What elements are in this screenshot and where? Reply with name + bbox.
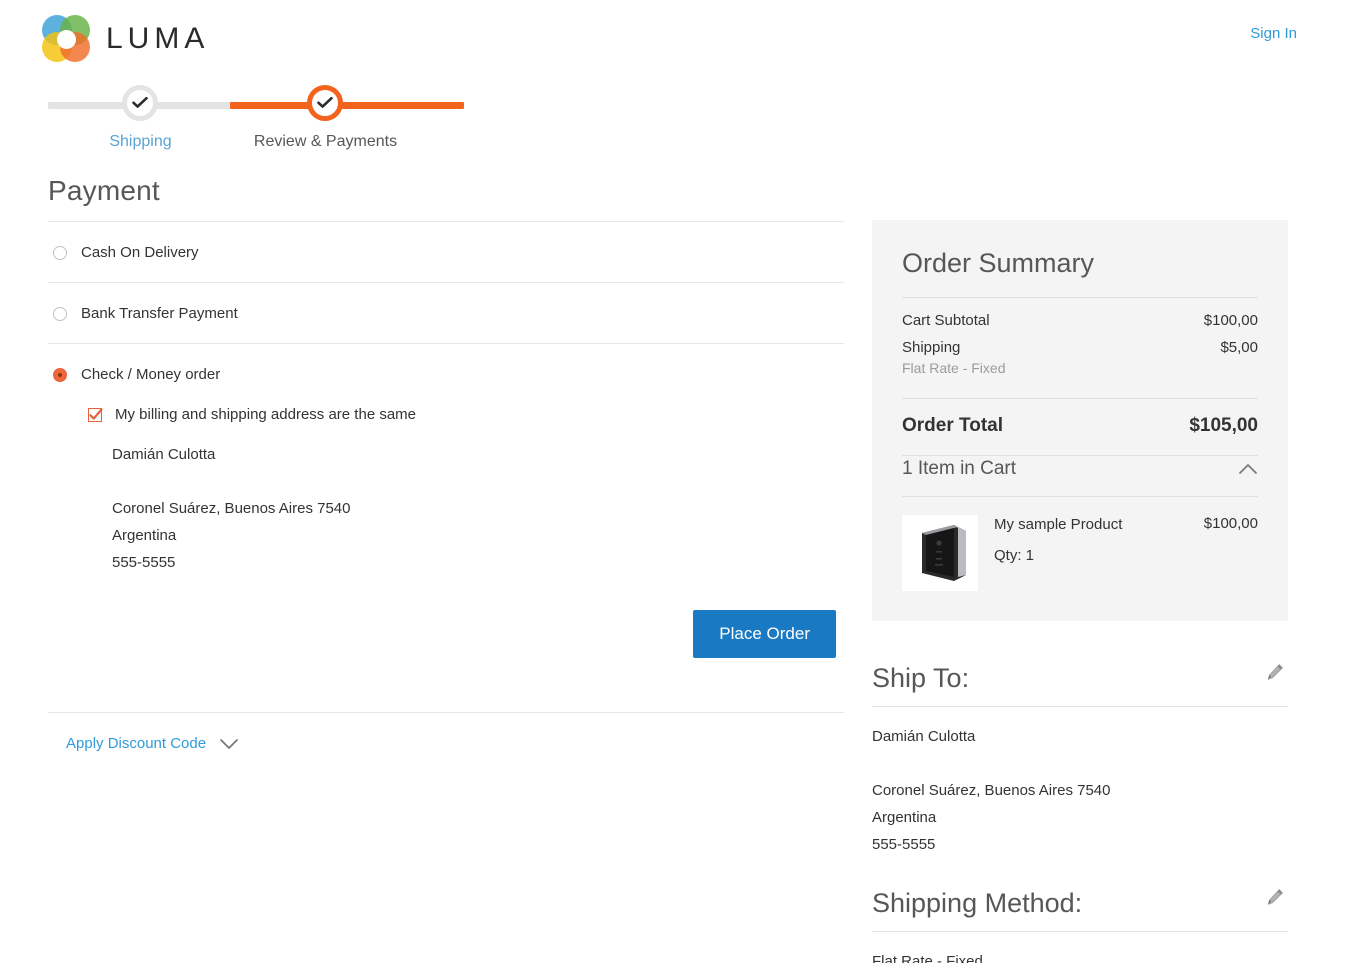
progress-track-active <box>230 102 464 109</box>
sidebar-column: Order Summary Cart Subtotal $100,00 Ship… <box>872 220 1288 963</box>
payment-column: Payment Cash On Delivery Bank Transfer P… <box>48 175 844 753</box>
billing-address-text: Damián Culotta Coronel Suárez, Buenos Ai… <box>112 441 844 576</box>
total-value: $100,00 <box>1203 312 1258 329</box>
billing-address-section: My billing and shipping address are the … <box>88 406 844 576</box>
page-title: Payment <box>48 175 160 206</box>
billing-city-region-zip: Coronel Suárez, Buenos Aires 7540 <box>112 500 351 517</box>
shipping-method-section: Shipping Method: Flat Rate - Fixed <box>872 884 1288 963</box>
order-summary-title: Order Summary <box>902 248 1095 278</box>
ship-to-city-region-zip: Coronel Suárez, Buenos Aires 7540 <box>872 782 1111 799</box>
ship-to-country: Argentina <box>872 809 937 826</box>
place-order-button[interactable]: Place Order <box>693 610 836 658</box>
checkout-progress-bar: Shipping Review & Payments <box>48 85 468 165</box>
billing-same-label: My billing and shipping address are the … <box>115 406 417 423</box>
payment-method-cash-on-delivery[interactable]: Cash On Delivery <box>48 222 844 283</box>
apply-discount-code-label: Apply Discount Code <box>66 735 207 752</box>
page-header: LUMA Sign In <box>0 0 1345 70</box>
order-summary-panel: Order Summary Cart Subtotal $100,00 Ship… <box>872 220 1288 621</box>
items-in-cart-label: 1 Item in Cart <box>902 458 1017 479</box>
ship-to-name: Damián Culotta <box>872 728 976 745</box>
ship-to-title: Ship To: <box>872 663 970 693</box>
sign-in-link[interactable]: Sign In <box>1250 25 1297 42</box>
total-row-shipping: Shipping $5,00 <box>902 339 1258 356</box>
items-in-cart-toggle[interactable]: 1 Item in Cart <box>902 456 1258 496</box>
check-icon <box>89 407 103 420</box>
radio-check-money-order[interactable] <box>53 368 67 382</box>
ship-to-edit-pencil-icon[interactable] <box>1262 659 1288 690</box>
progress-step-shipping-node[interactable] <box>122 85 158 121</box>
brand-name: LUMA <box>106 22 210 55</box>
billing-country: Argentina <box>112 527 177 544</box>
cart-item-qty: Qty: 1 <box>994 547 1035 564</box>
payment-method-label: Bank Transfer Payment <box>81 305 238 322</box>
radio-bank-transfer[interactable] <box>53 307 67 321</box>
checkbox-billing-same-as-shipping[interactable] <box>88 407 103 422</box>
order-total-value: $105,00 <box>1189 415 1258 436</box>
cart-item-name: My sample Product <box>994 516 1123 533</box>
payment-method-check-money-order[interactable]: Check / Money order My billing and shipp… <box>48 344 844 678</box>
luma-rings-logo-icon <box>42 14 92 64</box>
check-icon <box>132 96 148 108</box>
payment-method-label: Check / Money order <box>81 366 221 383</box>
billing-phone: 555-5555 <box>112 554 176 571</box>
computer-tower-thumbnail-icon <box>902 515 978 591</box>
discount-section: Apply Discount Code <box>48 712 844 753</box>
ship-to-street <box>872 750 1288 777</box>
total-label: Cart Subtotal <box>902 312 990 329</box>
order-total-label: Order Total <box>902 415 1003 436</box>
check-icon <box>317 96 333 108</box>
total-label: Shipping <box>902 339 961 356</box>
ship-to-phone: 555-5555 <box>872 836 936 853</box>
radio-cash-on-delivery[interactable] <box>53 246 67 260</box>
progress-step-review-node[interactable] <box>307 85 343 121</box>
progress-label-review: Review & Payments <box>253 133 398 150</box>
brand-logo[interactable]: LUMA <box>42 14 209 64</box>
total-value: $5,00 <box>1220 339 1258 356</box>
order-total-row: Order Total $105,00 <box>902 399 1258 455</box>
chevron-down-icon <box>220 738 238 749</box>
ship-to-address: Damián Culotta Coronel Suárez, Buenos Ai… <box>872 707 1288 858</box>
billing-street <box>112 468 844 495</box>
payment-method-label: Cash On Delivery <box>81 244 199 261</box>
shipping-method-value: Flat Rate - Fixed <box>872 953 983 963</box>
cart-item-row: My sample Product Qty: 1 $100,00 <box>902 497 1258 591</box>
checkout-page: LUMA Sign In Shipping Review & Payments … <box>0 0 1345 963</box>
cart-item-info: My sample Product Qty: 1 <box>978 515 1194 564</box>
order-totals: Cart Subtotal $100,00 Shipping $5,00 Fla… <box>902 298 1258 398</box>
progress-label-shipping[interactable]: Shipping <box>48 133 233 151</box>
billing-name: Damián Culotta <box>112 446 216 463</box>
total-row-subtotal: Cart Subtotal $100,00 <box>902 312 1258 329</box>
shipping-method-edit-pencil-icon[interactable] <box>1262 884 1288 915</box>
shipping-method-note: Flat Rate - Fixed <box>902 360 1006 376</box>
chevron-up-icon <box>1239 464 1257 474</box>
shipping-method-title: Shipping Method: <box>872 888 1083 918</box>
apply-discount-code-toggle[interactable]: Apply Discount Code <box>66 735 239 752</box>
cart-item-price: $100,00 <box>1203 515 1258 532</box>
ship-to-section: Ship To: Damián Culotta Coronel Suárez, … <box>872 659 1288 858</box>
payment-method-bank-transfer[interactable]: Bank Transfer Payment <box>48 283 844 344</box>
